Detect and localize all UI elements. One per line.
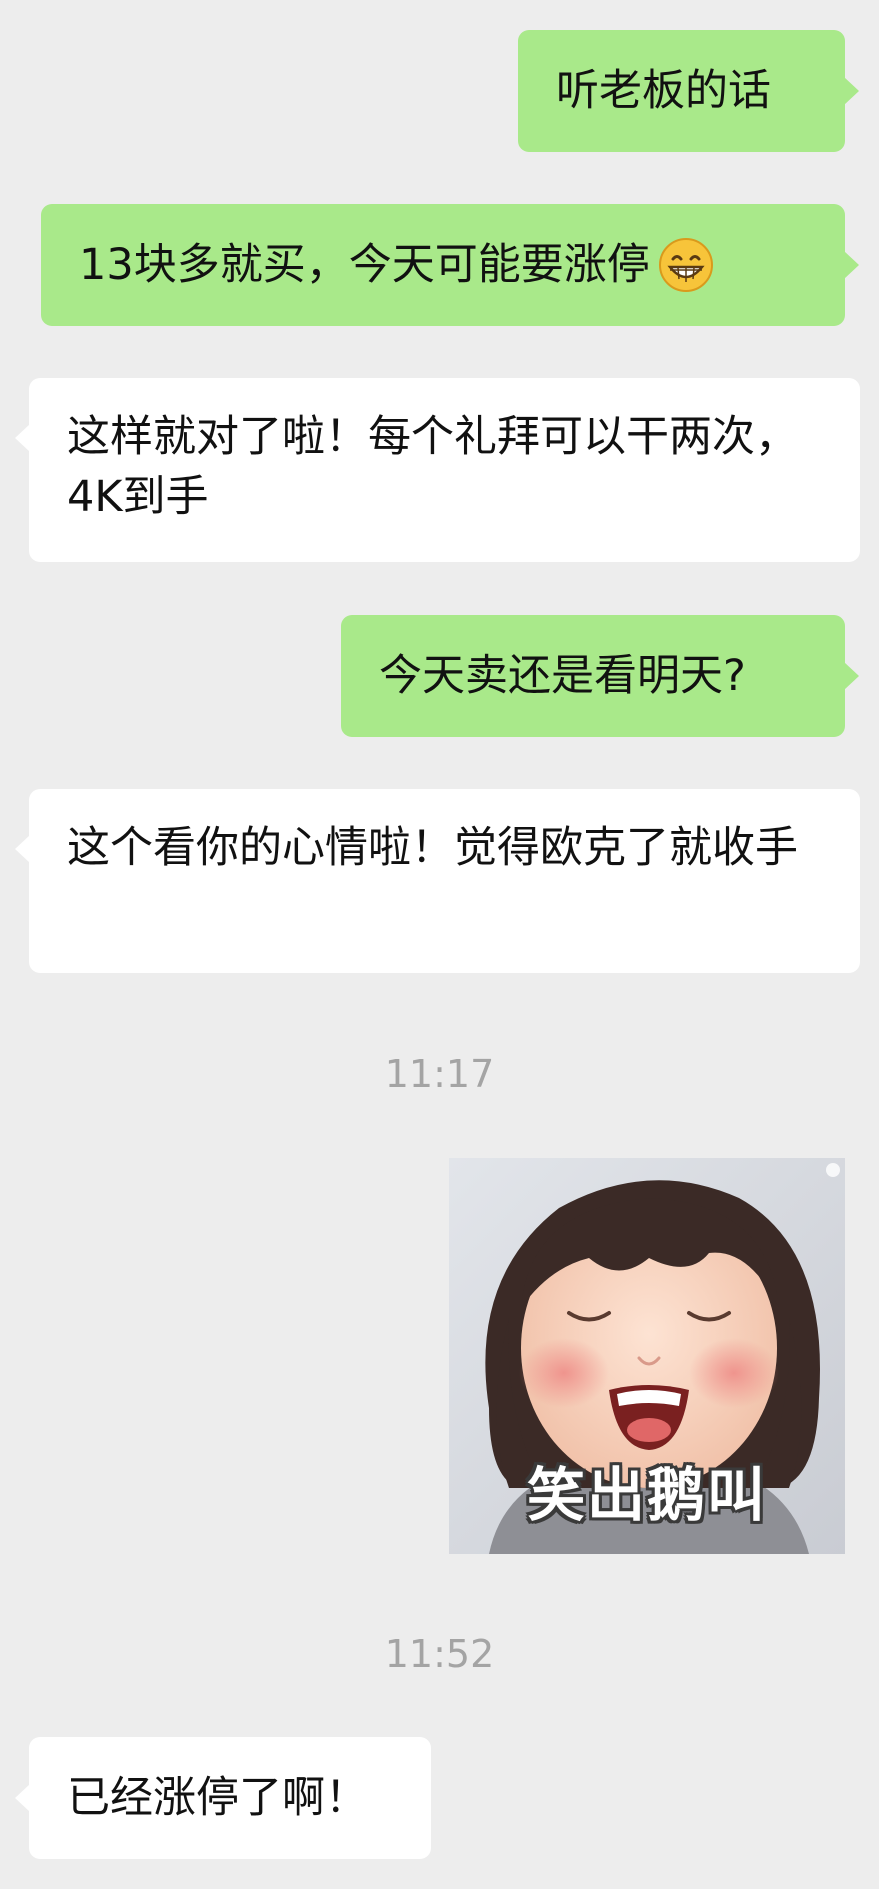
message-text: 听老板的话 <box>556 66 771 116</box>
message-bubble-outgoing[interactable]: 今天卖还是看明天? <box>341 615 859 737</box>
message-text: 今天卖还是看明天? <box>379 651 746 701</box>
timestamp: 11:17 <box>384 1052 495 1096</box>
message-text: 已经涨停了啊！ <box>67 1773 368 1823</box>
timestamp: 11:52 <box>384 1632 495 1676</box>
message-bubble-outgoing[interactable]: 听老板的话 <box>518 30 859 152</box>
message-text: 13块多就买，今天可能要涨停 <box>79 240 650 290</box>
laughing-child-sticker[interactable]: 笑出鹅叫 <box>449 1158 845 1554</box>
message-bubble-outgoing[interactable]: 13块多就买，今天可能要涨停 <box>41 204 859 326</box>
grinning-face-emoji <box>658 237 714 293</box>
message-text: 这个看你的心情啦！觉得欧克了就收手 <box>67 823 798 873</box>
message-bubble-incoming[interactable]: 这样就对了啦！每个礼拜可以干两次，4K到手 <box>15 378 860 562</box>
message-bubble-incoming[interactable]: 已经涨停了啊！ <box>15 1737 431 1859</box>
sticker-caption: 笑出鹅叫 <box>526 1461 767 1529</box>
message-bubble-incoming[interactable]: 这个看你的心情啦！觉得欧克了就收手 <box>15 789 860 973</box>
message-text: 这样就对了啦！每个礼拜可以干两次，4K到手 <box>67 412 798 522</box>
